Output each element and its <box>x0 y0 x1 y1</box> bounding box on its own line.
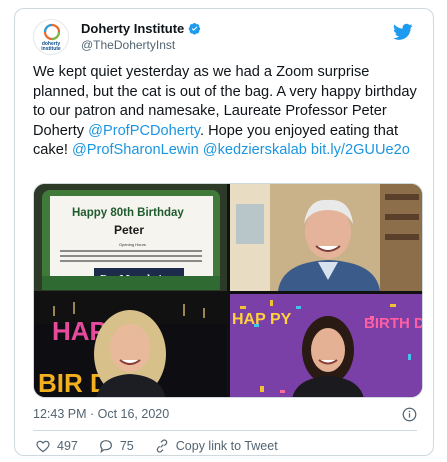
action-bar: 497 75 Copy link to Tweet <box>35 438 298 454</box>
reply-button[interactable]: 75 <box>98 438 134 454</box>
twitter-bird-icon[interactable] <box>393 23 413 41</box>
banner-right-left: HAP PY <box>232 311 292 328</box>
link-icon <box>156 439 168 453</box>
heart-icon <box>36 440 50 453</box>
like-button[interactable]: 497 <box>35 438 78 454</box>
cake-small-text: Opening Hours <box>119 242 146 247</box>
mention-link[interactable]: @kedzierskalab <box>203 142 307 158</box>
cake-line-2: Peter <box>114 223 144 237</box>
cake-image: Happy 80th Birthday Peter Opening Hours … <box>34 184 227 291</box>
photo-sharon[interactable]: HAP BIR DAY <box>34 294 227 397</box>
media-grid[interactable]: Happy 80th Birthday Peter Opening Hours … <box>33 183 423 398</box>
person-video-image: HAP BIR DAY <box>34 294 227 397</box>
handle[interactable]: @TheDohertyInst <box>81 38 175 52</box>
avatar[interactable]: doherty institute <box>33 19 69 55</box>
person-video-image <box>230 184 422 291</box>
photo-guest[interactable]: HAP PY BIRTH DAY! <box>230 294 423 397</box>
mention-link[interactable]: @ProfSharonLewin <box>72 142 199 158</box>
mention-link[interactable]: @ProfPCDoherty <box>88 123 200 139</box>
copy-link-label: Copy link to Tweet <box>175 439 278 453</box>
tweet-card[interactable]: doherty institute Doherty Institute @The… <box>14 8 434 456</box>
name-line: Doherty Institute <box>81 21 201 36</box>
banner-right-right: BIRTH DAY! <box>364 315 423 332</box>
person-video-image: HAP PY BIRTH DAY! <box>230 294 423 397</box>
like-count: 497 <box>57 439 78 453</box>
verified-badge-icon <box>189 23 201 35</box>
photo-cake[interactable]: Happy 80th Birthday Peter Opening Hours … <box>34 184 227 291</box>
avatar-label: doherty institute <box>41 41 61 52</box>
reply-count: 75 <box>119 439 134 453</box>
info-icon[interactable] <box>402 407 417 422</box>
display-name[interactable]: Doherty Institute <box>81 21 184 36</box>
short-url-link[interactable]: bit.ly/2GUUe2o <box>311 142 410 158</box>
divider <box>33 430 417 431</box>
tweet-body: We kept quiet yesterday as we had a Zoom… <box>33 63 423 161</box>
tweet-timestamp[interactable]: 12:43 PM · Oct 16, 2020 <box>33 407 169 421</box>
copy-link-button[interactable]: Copy link to Tweet <box>154 438 278 454</box>
cake-line-1: Happy 80th Birthday <box>72 207 184 219</box>
photo-peter[interactable] <box>230 184 422 291</box>
reply-bubble-icon <box>99 440 112 454</box>
tweet-header: doherty institute Doherty Institute @The… <box>33 17 421 55</box>
